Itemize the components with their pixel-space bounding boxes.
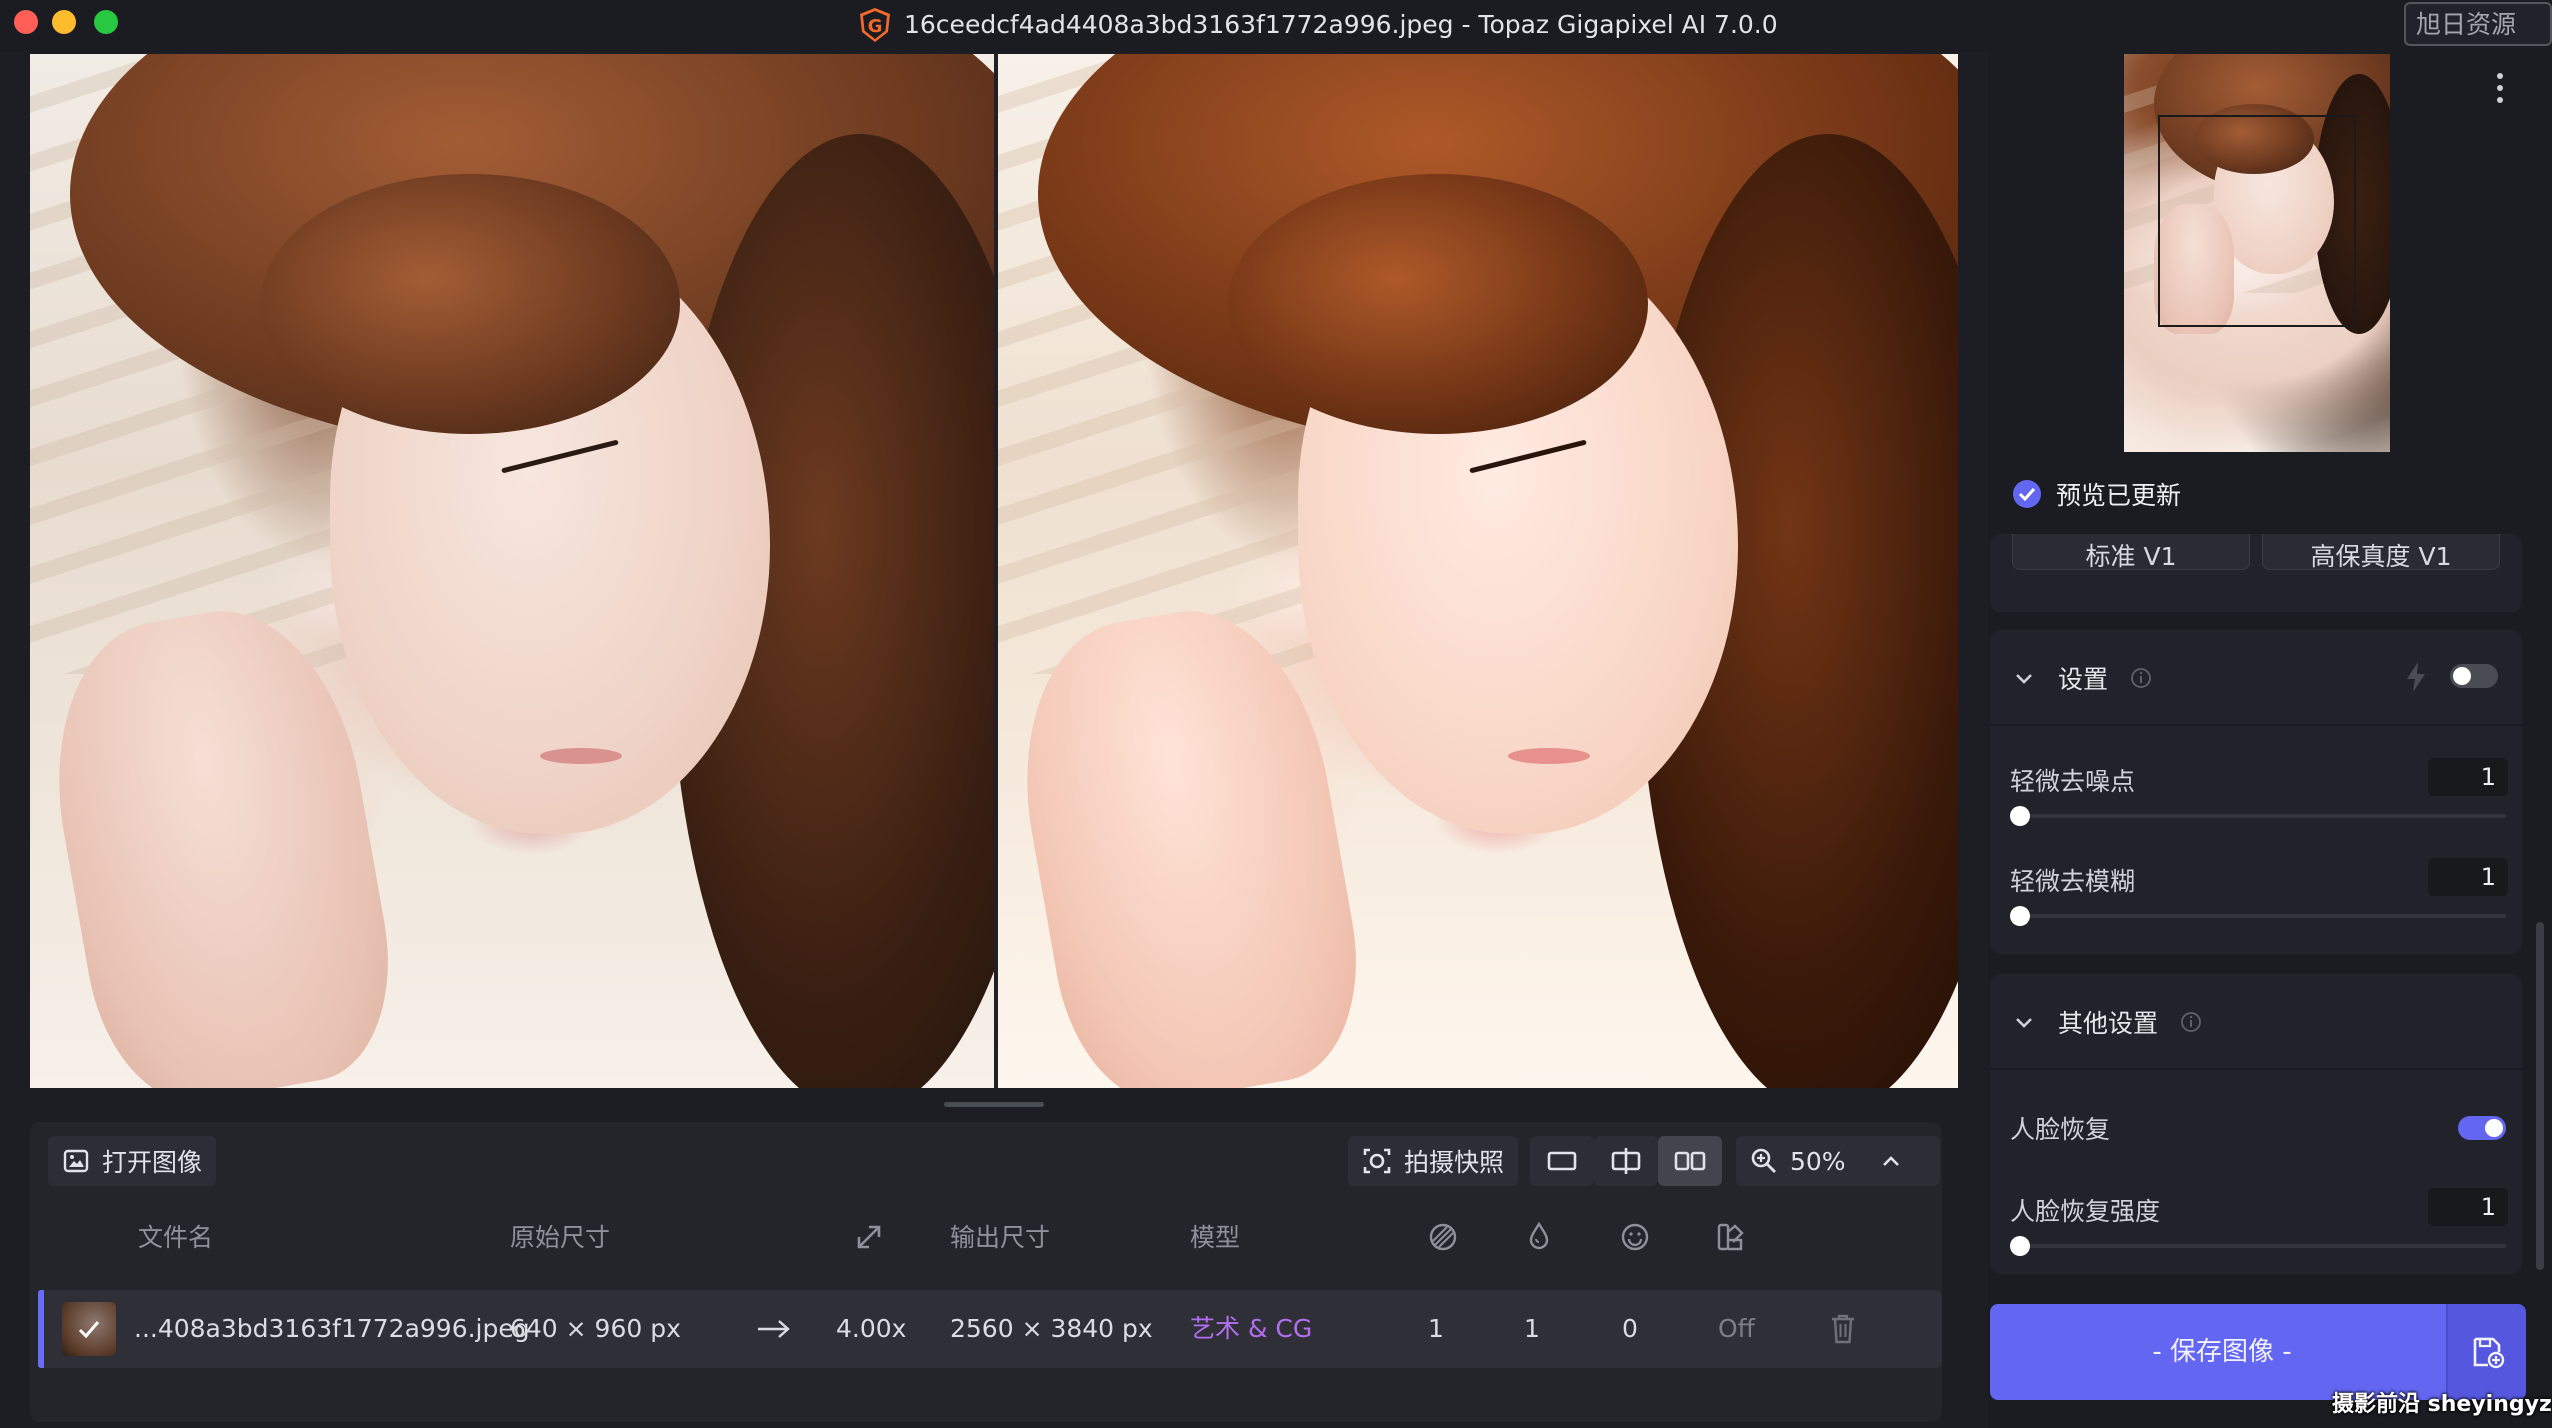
row-model[interactable]: 艺术 & CG <box>1190 1312 1312 1346</box>
face-icon <box>1621 1223 1649 1251</box>
denoise-value-input[interactable]: 1 <box>2428 758 2508 796</box>
face-recovery-toggle[interactable] <box>2458 1116 2506 1140</box>
preview-status-text: 预览已更新 <box>2056 481 2182 510</box>
header-output-size: 输出尺寸 <box>950 1223 1051 1252</box>
save-image-button[interactable]: - 保存图像 - <box>1990 1304 2454 1400</box>
other-settings-divider <box>1990 1068 2522 1070</box>
window-title: 16ceedcf4ad4408a3bd3163f1772a996.jpeg - … <box>904 10 1778 39</box>
side-by-side-icon <box>1674 1151 1706 1171</box>
sidebar-scrollbar[interactable] <box>2536 922 2544 1270</box>
minimize-window-button[interactable] <box>52 10 76 34</box>
trash-icon[interactable] <box>1828 1312 1858 1346</box>
info-icon[interactable] <box>2180 1011 2202 1033</box>
chevron-down-icon <box>2016 674 2032 684</box>
face-strength-slider-knob[interactable] <box>2010 1236 2030 1256</box>
maximize-window-button[interactable] <box>94 10 118 34</box>
checkmark-icon <box>78 1321 100 1339</box>
model-selector: 标准 V1 高保真度 V1 <box>1990 534 2522 612</box>
original-preview-image[interactable] <box>30 54 994 1088</box>
row-deblur: 1 <box>1524 1314 1540 1343</box>
row-scale[interactable]: 4.00x <box>836 1312 906 1346</box>
row-filename: ...408a3bd3163f1772a996.jpeg <box>134 1314 530 1343</box>
denoise-slider-track[interactable] <box>2012 814 2506 818</box>
lightning-icon <box>2407 662 2425 692</box>
color-palette-icon <box>1717 1223 1744 1251</box>
open-image-button[interactable]: 打开图像 <box>48 1136 217 1186</box>
snapshot-button[interactable]: 拍摄快照 <box>1348 1136 1519 1186</box>
other-settings-header[interactable]: 其他设置 <box>2012 1002 2202 1042</box>
row-extra: Off <box>1718 1314 1755 1343</box>
model-tab-high-fidelity[interactable]: 高保真度 V1 <box>2262 534 2500 570</box>
watermark-bottom: 摄影前沿 sheyingyz.com <box>2332 1392 2552 1417</box>
open-image-label: 打开图像 <box>102 1148 203 1177</box>
header-original-size: 原始尺寸 <box>510 1223 611 1252</box>
image-icon <box>63 1149 89 1173</box>
camera-snapshot-icon <box>1363 1148 1391 1174</box>
row-face: 0 <box>1622 1314 1638 1343</box>
face-strength-slider-track[interactable] <box>2012 1244 2506 1248</box>
app-logo-icon: G <box>860 8 890 42</box>
denoise-slider-knob[interactable] <box>2010 806 2030 826</box>
chevron-down-icon <box>2016 1018 2032 1028</box>
panel-resize-handle[interactable] <box>944 1102 1044 1107</box>
settings-auto-toggle[interactable] <box>2450 664 2498 688</box>
denoise-label: 轻微去噪点 <box>2010 767 2136 796</box>
deblur-slider-track[interactable] <box>2012 914 2506 918</box>
face-recovery-label: 人脸恢复 <box>2010 1115 2111 1144</box>
check-circle-icon <box>2013 480 2041 508</box>
row-output-size: 2560 × 3840 px <box>950 1314 1153 1343</box>
other-settings-title: 其他设置 <box>2058 1009 2159 1038</box>
sharpen-drop-icon <box>1529 1221 1549 1250</box>
deblur-value-input[interactable]: 1 <box>2428 858 2508 896</box>
row-selected-indicator <box>38 1290 44 1368</box>
close-window-button[interactable] <box>14 10 38 34</box>
side-by-side-view-button[interactable] <box>1658 1136 1722 1186</box>
single-view-button[interactable] <box>1530 1136 1594 1186</box>
row-original-size: 640 × 960 px <box>510 1314 681 1343</box>
scale-expand-icon <box>857 1225 881 1249</box>
split-view-icon <box>1611 1148 1641 1174</box>
zoom-icon <box>1751 1148 1776 1173</box>
more-options-icon[interactable] <box>2486 70 2514 106</box>
model-tab-standard[interactable]: 标准 V1 <box>2012 534 2250 570</box>
settings-title: 设置 <box>2058 665 2109 694</box>
snapshot-label: 拍摄快照 <box>1404 1148 1505 1177</box>
save-options-icon <box>2473 1337 2505 1369</box>
watermark-top: 旭日资源网 <box>2404 2 2552 81</box>
save-options-button[interactable] <box>2448 1304 2526 1400</box>
single-view-icon <box>1547 1151 1577 1171</box>
settings-divider <box>1990 724 2522 726</box>
upscaled-preview-image[interactable] <box>998 54 1958 1088</box>
denoise-icon <box>1429 1223 1457 1251</box>
info-icon[interactable] <box>2130 667 2152 689</box>
arrow-right-icon <box>758 1320 790 1338</box>
face-strength-value-input[interactable]: 1 <box>2428 1188 2508 1226</box>
navigator-viewport-rect[interactable] <box>2158 115 2356 327</box>
header-filename: 文件名 <box>138 1223 214 1252</box>
header-model: 模型 <box>1190 1223 1241 1252</box>
zoom-level: 50% <box>1790 1146 1846 1176</box>
chevron-up-icon[interactable] <box>1880 1150 1902 1172</box>
row-denoise: 1 <box>1428 1314 1444 1343</box>
zoom-control[interactable]: 50% <box>1736 1136 1940 1186</box>
deblur-label: 轻微去模糊 <box>2010 867 2136 896</box>
preview-status: 预览已更新 <box>2012 474 2181 514</box>
settings-header[interactable]: 设置 <box>2012 658 2152 698</box>
face-strength-label: 人脸恢复强度 <box>2010 1197 2161 1226</box>
deblur-slider-knob[interactable] <box>2010 906 2030 926</box>
file-checkbox[interactable] <box>62 1302 116 1356</box>
split-view-button[interactable] <box>1594 1136 1658 1186</box>
svg-text:G: G <box>868 16 883 37</box>
